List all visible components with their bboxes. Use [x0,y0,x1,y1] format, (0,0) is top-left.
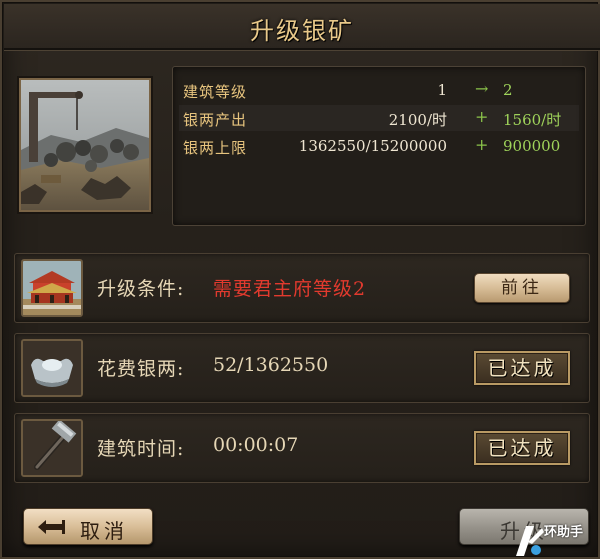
watermark-text: 环助手 [544,525,584,540]
silver-cost-value: 52/1362550 [213,354,329,376]
stat-current-value: 2100/时 [388,111,447,129]
watermark-logo: 环助手 [512,520,600,559]
arrow-right-icon: → [475,79,489,98]
back-arrow-icon [38,520,65,534]
build-time-value: 00:00:07 [213,434,299,456]
build-time-label: 建筑时间: [97,438,185,460]
stat-next-value: 900000 [503,137,561,155]
hammer-icon [21,419,83,477]
time-status-badge: 已达成 [474,431,570,465]
plus-icon: + [475,135,489,154]
stat-silver-output: 银两产出 2100/时 + 1560/时 [179,105,579,131]
stats-panel: 建筑等级 1 → 2 银两产出 2100/时 + 1560/时 银两上限 136… [172,66,586,226]
condition-value: 需要君主府等级2 [213,278,367,300]
cancel-button[interactable]: 取消 [23,508,153,545]
stat-current-value: 1 [437,81,447,99]
goto-button[interactable]: 前往 [474,273,570,303]
silver-cost-label: 花费银两: [97,358,185,380]
stat-next-value: 1560/时 [503,111,562,129]
stat-next-value: 2 [503,81,513,99]
condition-label: 升级条件: [97,278,185,300]
stat-building-level: 建筑等级 1 → 2 [179,77,579,103]
requirement-silver-row: 花费银两: 52/1362550 已达成 [14,333,590,403]
stat-label: 银两上限 [183,139,248,157]
dialog-title: 升级银矿 [250,17,354,45]
silver-ingot-icon [21,339,83,397]
silver-mine-picture [19,78,151,212]
cancel-label: 取消 [80,519,128,543]
stat-label: 建筑等级 [183,83,248,101]
title-bar: 升级银矿 [4,4,600,50]
requirement-time-row: 建筑时间: 00:00:07 已达成 [14,413,590,483]
requirement-condition-row: 升级条件: 需要君主府等级2 前往 [14,253,590,323]
plus-icon: + [475,107,489,126]
stat-label: 银两产出 [183,111,248,129]
watermark-icon [516,526,544,556]
stat-silver-cap: 银两上限 1362550/15200000 + 900000 [179,133,579,159]
silver-status-badge: 已达成 [474,351,570,385]
upgrade-dialog: 升级银矿 建筑等级 1 → 2 银两产出 2100/时 + 1560/时 银两上… [0,0,600,559]
stat-current-value: 1362550/15200000 [298,137,447,155]
palace-icon [21,259,83,317]
